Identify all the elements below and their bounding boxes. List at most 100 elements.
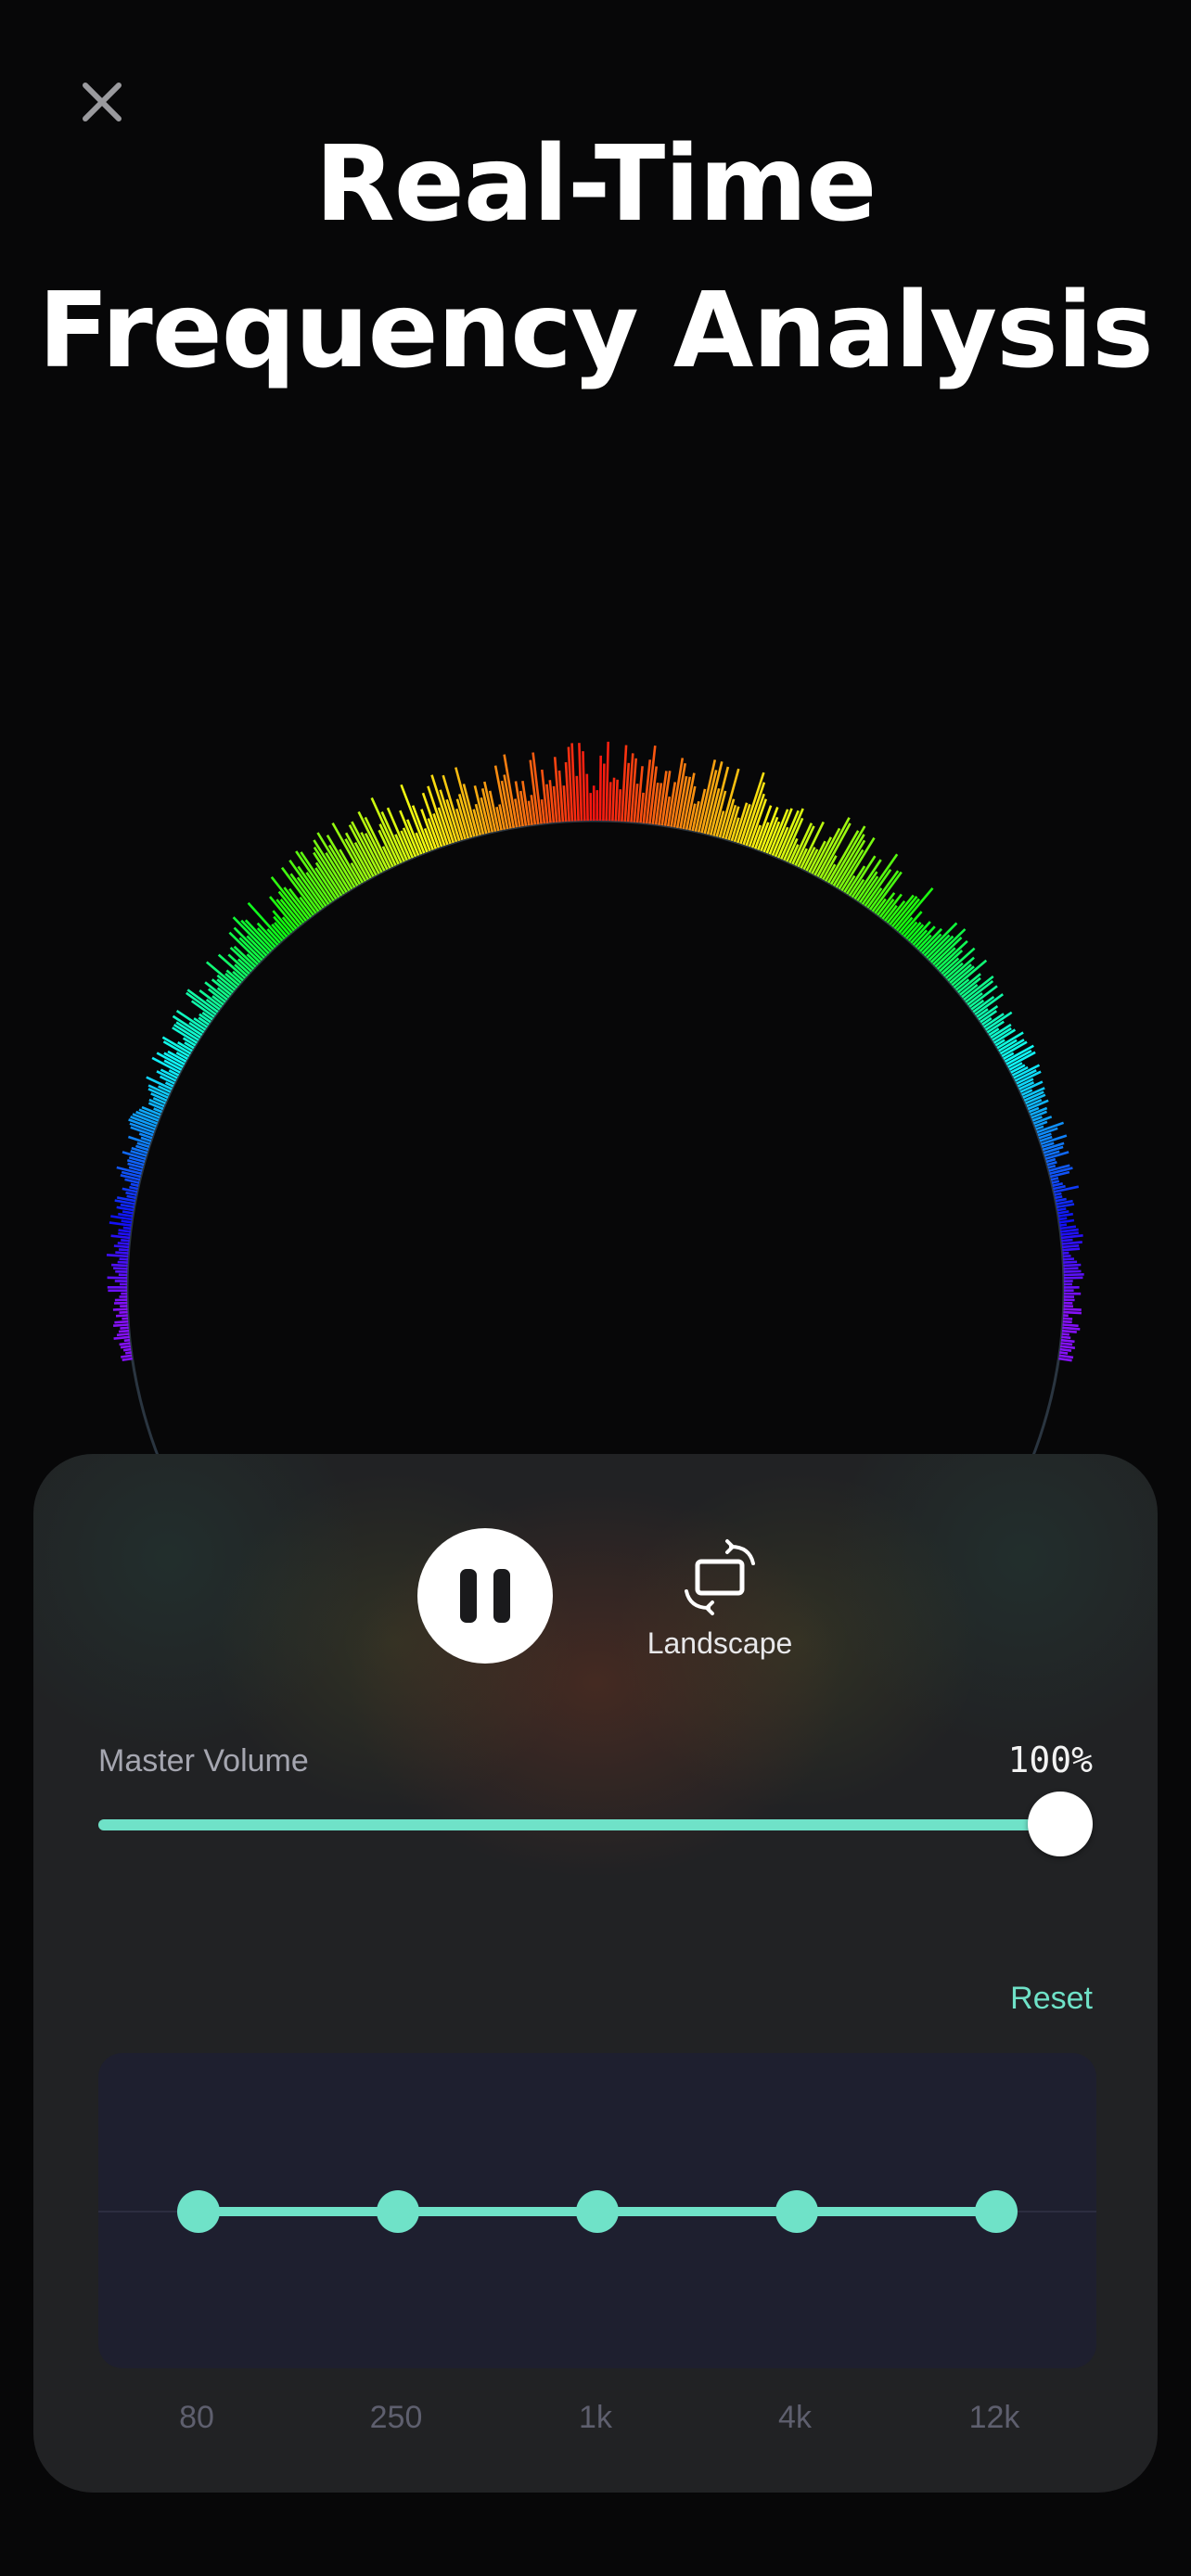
spectrum-bar — [123, 1338, 131, 1343]
spectrum-bar — [1059, 1351, 1069, 1355]
spectrum-bar — [118, 1212, 134, 1218]
spectrum-bar — [125, 1351, 132, 1355]
eq-band-label: 250 — [369, 2400, 423, 2435]
spectrum-bar — [1060, 1231, 1079, 1236]
spectrum-bar — [1063, 1307, 1082, 1311]
landscape-button[interactable]: Landscape — [608, 1528, 831, 1667]
eq-band-label: 1k — [579, 2400, 612, 2435]
eq-band-knob-12k[interactable] — [975, 2190, 1018, 2233]
spectrum-bar — [119, 1257, 129, 1261]
spectrum-bar — [602, 763, 606, 822]
spectrum-bar — [1061, 1335, 1071, 1340]
eq-band-knob-80[interactable] — [177, 2190, 220, 2233]
spectrum-bar — [126, 1194, 136, 1200]
rotate-screen-icon — [685, 1539, 755, 1615]
spectrum-bar — [1063, 1260, 1078, 1264]
spectrum-bar — [1063, 1263, 1082, 1268]
spectrum-bar — [1059, 1223, 1068, 1227]
eq-band-knob-4k[interactable] — [775, 2190, 818, 2233]
spectrum-bar — [116, 1333, 130, 1337]
spectrum-bar — [1062, 1251, 1069, 1255]
spectrum-bar — [130, 1182, 139, 1188]
slider-thumb[interactable] — [1028, 1792, 1093, 1856]
spectrum-bar — [1035, 1125, 1044, 1131]
spectrum-bar — [1046, 1160, 1057, 1167]
spectrum-bar — [1058, 1357, 1072, 1362]
spectrum-bar — [119, 1342, 131, 1346]
spectrum-bar — [1061, 1329, 1077, 1333]
spectrum-bar — [107, 1276, 128, 1280]
eq-band-knob-1k[interactable] — [576, 2190, 619, 2233]
master-volume-slider[interactable] — [98, 1792, 1093, 1856]
spectrum-bar — [582, 751, 586, 822]
spectrum-bar — [1062, 1257, 1075, 1261]
spectrum-bar — [617, 789, 622, 822]
eq-band-label: 12k — [968, 2400, 1020, 2435]
spectrum-bar — [578, 743, 583, 822]
spectrum-bar — [111, 1263, 128, 1268]
spectrum-bar — [1063, 1310, 1082, 1315]
spectrum-bar — [120, 1326, 129, 1330]
spectrum-bar — [598, 755, 602, 822]
spectrum-bar — [1062, 1247, 1081, 1252]
spectrum-bar — [117, 1260, 128, 1264]
spectrum-bar — [113, 1244, 130, 1249]
spectrum-bar — [106, 1254, 129, 1258]
spectrum-bar — [1062, 1323, 1079, 1328]
pause-button[interactable] — [417, 1528, 553, 1664]
spectrum-bar — [121, 1239, 130, 1243]
spectrum-bar — [1059, 1347, 1072, 1352]
spectrum-bar — [1057, 1210, 1069, 1215]
spectrum-bar — [1057, 1207, 1067, 1212]
spectrum-bar — [121, 1354, 133, 1358]
spectrum-bar — [1060, 1345, 1076, 1349]
spectrum-bar — [1047, 1164, 1057, 1169]
spectrum-bar — [614, 779, 619, 822]
spectrum-bar — [1061, 1244, 1080, 1249]
spectrum-bar — [122, 1210, 134, 1215]
spectrum-bar — [1063, 1276, 1083, 1280]
spectrum-bar — [1045, 1157, 1057, 1164]
visualizer-ring — [125, 819, 1066, 1484]
spectrum-bar — [1063, 1269, 1082, 1273]
spectrum-bar — [1061, 1241, 1082, 1245]
reset-button[interactable]: Reset — [1010, 1981, 1093, 2017]
spectrum-bar — [119, 1310, 128, 1314]
landscape-label: Landscape — [647, 1626, 793, 1660]
spectrum-bar — [608, 782, 612, 822]
eq-band-knob-250[interactable] — [377, 2190, 419, 2233]
spectrum-bar — [575, 775, 580, 822]
spectrum-bar — [120, 1203, 135, 1209]
spectrum-bar — [1058, 1217, 1068, 1221]
spectrum-bar — [1054, 1192, 1062, 1196]
spectrum-bar — [1062, 1317, 1073, 1320]
spectrum-bar — [1060, 1228, 1079, 1233]
equalizer-graph — [98, 2053, 1096, 2368]
spectrum-bar — [1051, 1180, 1060, 1184]
spectrum-bar — [118, 1231, 131, 1236]
spectrum-bar — [1063, 1273, 1084, 1277]
spectrum-bar — [114, 1320, 129, 1324]
spectrum-bar — [118, 1229, 131, 1233]
spectrum-bar — [1058, 1354, 1074, 1359]
spectrum-bar — [540, 798, 546, 824]
spectrum-bar — [113, 1335, 130, 1340]
spectrum-bar — [120, 1345, 131, 1349]
spectrum-bar — [1062, 1326, 1081, 1331]
spectrum-bar — [1053, 1184, 1066, 1191]
page-title: Real-Time Frequency Analysis — [0, 111, 1191, 404]
control-panel: Landscape Master Volume 100% Reset 80 250… — [33, 1454, 1158, 2493]
spectrum-bar — [112, 1307, 128, 1311]
spectrum-bar — [122, 1357, 133, 1361]
spectrum-bar — [1059, 1225, 1077, 1231]
spectrum-bar — [129, 1185, 138, 1191]
spectrum-bar — [1061, 1333, 1069, 1336]
title-line-1: Real-Time — [314, 124, 877, 245]
spectrum-bar — [1060, 1234, 1083, 1240]
spectrum-bar — [1052, 1182, 1063, 1188]
spectrum-bar — [611, 777, 616, 822]
spectrum-bar — [118, 1329, 130, 1333]
spectrum-bar — [1055, 1197, 1067, 1203]
spectrum-bar — [1055, 1195, 1063, 1200]
spectrum-bar — [1050, 1177, 1059, 1181]
